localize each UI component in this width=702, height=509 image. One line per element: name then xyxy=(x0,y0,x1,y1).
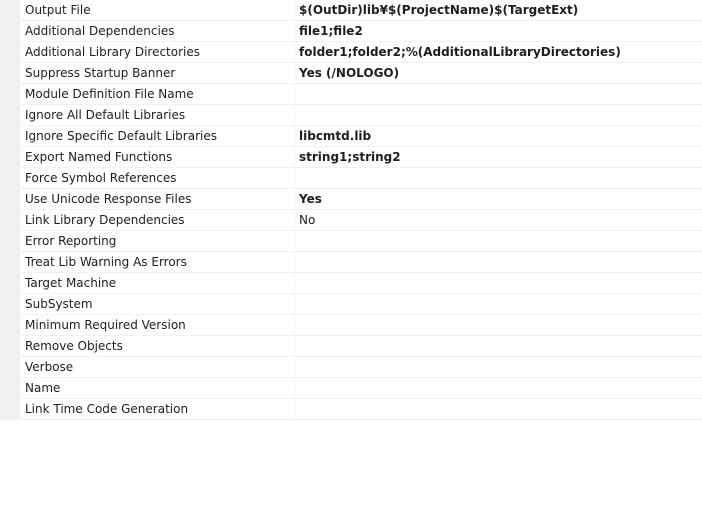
property-name: Module Definition File Name xyxy=(20,84,295,104)
property-row[interactable]: Error Reporting xyxy=(0,231,702,252)
property-row[interactable]: Force Symbol References xyxy=(0,168,702,189)
row-gutter xyxy=(0,42,20,62)
row-gutter xyxy=(0,21,20,41)
property-row[interactable]: Link Time Code Generation xyxy=(0,399,702,419)
property-name: Error Reporting xyxy=(20,231,295,251)
row-gutter xyxy=(0,168,20,188)
property-row[interactable]: Additional Library Directories folder1;fo… xyxy=(0,42,702,63)
property-value[interactable]: No xyxy=(295,210,702,230)
property-name: Additional Library Directories xyxy=(20,42,295,62)
row-gutter xyxy=(0,105,20,125)
property-name: Force Symbol References xyxy=(20,168,295,188)
property-value[interactable] xyxy=(295,399,702,419)
property-row[interactable]: SubSystem xyxy=(0,294,702,315)
row-gutter xyxy=(0,210,20,230)
property-name: Output File xyxy=(20,0,295,20)
row-gutter xyxy=(0,357,20,377)
row-gutter xyxy=(0,147,20,167)
property-value[interactable]: file1;file2 xyxy=(295,21,702,41)
property-value[interactable]: string1;string2 xyxy=(295,147,702,167)
property-row[interactable]: Treat Lib Warning As Errors xyxy=(0,252,702,273)
property-row[interactable]: Export Named Functions string1;string2 xyxy=(0,147,702,168)
property-value[interactable]: Yes (/NOLOGO) xyxy=(295,63,702,83)
row-gutter xyxy=(0,336,20,356)
property-row[interactable]: Verbose xyxy=(0,357,702,378)
property-row[interactable]: Name xyxy=(0,378,702,399)
property-name: Use Unicode Response Files xyxy=(20,189,295,209)
property-name: Remove Objects xyxy=(20,336,295,356)
property-name: Treat Lib Warning As Errors xyxy=(20,252,295,272)
row-gutter xyxy=(0,0,20,20)
property-name: Ignore All Default Libraries xyxy=(20,105,295,125)
property-row[interactable]: Minimum Required Version xyxy=(0,315,702,336)
property-name: Minimum Required Version xyxy=(20,315,295,335)
property-value[interactable] xyxy=(295,273,702,293)
property-value[interactable]: libcmtd.lib xyxy=(295,126,702,146)
property-value[interactable] xyxy=(295,84,702,104)
row-gutter xyxy=(0,63,20,83)
row-gutter xyxy=(0,126,20,146)
row-gutter xyxy=(0,294,20,314)
property-value[interactable]: $(OutDir)lib¥$(ProjectName)$(TargetExt) xyxy=(295,0,702,20)
property-name: Name xyxy=(20,378,295,398)
property-value[interactable]: folder1;folder2;%(AdditionalLibraryDirec… xyxy=(295,42,702,62)
property-name: Additional Dependencies xyxy=(20,21,295,41)
row-gutter xyxy=(0,315,20,335)
property-value[interactable] xyxy=(295,168,702,188)
row-gutter xyxy=(0,231,20,251)
property-name: Verbose xyxy=(20,357,295,377)
property-row[interactable]: Ignore Specific Default Libraries libcmtd… xyxy=(0,126,702,147)
property-row[interactable]: Remove Objects xyxy=(0,336,702,357)
property-name: Target Machine xyxy=(20,273,295,293)
property-row[interactable]: Use Unicode Response Files Yes xyxy=(0,189,702,210)
row-gutter xyxy=(0,252,20,272)
row-gutter xyxy=(0,399,20,419)
property-value[interactable] xyxy=(295,357,702,377)
row-gutter xyxy=(0,273,20,293)
property-name: Ignore Specific Default Libraries xyxy=(20,126,295,146)
property-value[interactable] xyxy=(295,105,702,125)
property-value[interactable] xyxy=(295,231,702,251)
property-value[interactable] xyxy=(295,252,702,272)
row-gutter xyxy=(0,189,20,209)
property-name: Link Time Code Generation xyxy=(20,399,295,419)
property-row[interactable]: Additional Dependencies file1;file2 xyxy=(0,21,702,42)
property-row[interactable]: Target Machine xyxy=(0,273,702,294)
property-value[interactable] xyxy=(295,336,702,356)
property-name: Export Named Functions xyxy=(20,147,295,167)
property-value[interactable]: Yes xyxy=(295,189,702,209)
property-row[interactable]: Suppress Startup Banner Yes (/NOLOGO) xyxy=(0,63,702,84)
row-gutter xyxy=(0,84,20,104)
property-name: SubSystem xyxy=(20,294,295,314)
property-value[interactable] xyxy=(295,378,702,398)
property-row[interactable]: Link Library Dependencies No xyxy=(0,210,702,231)
property-grid: Output File $(OutDir)lib¥$(ProjectName)$(… xyxy=(0,0,702,420)
property-name: Link Library Dependencies xyxy=(20,210,295,230)
property-row[interactable]: Module Definition File Name xyxy=(0,84,702,105)
property-name: Suppress Startup Banner xyxy=(20,63,295,83)
property-value[interactable] xyxy=(295,315,702,335)
property-value[interactable] xyxy=(295,294,702,314)
row-gutter xyxy=(0,378,20,398)
property-row[interactable]: Output File $(OutDir)lib¥$(ProjectName)$(… xyxy=(0,0,702,21)
property-row[interactable]: Ignore All Default Libraries xyxy=(0,105,702,126)
